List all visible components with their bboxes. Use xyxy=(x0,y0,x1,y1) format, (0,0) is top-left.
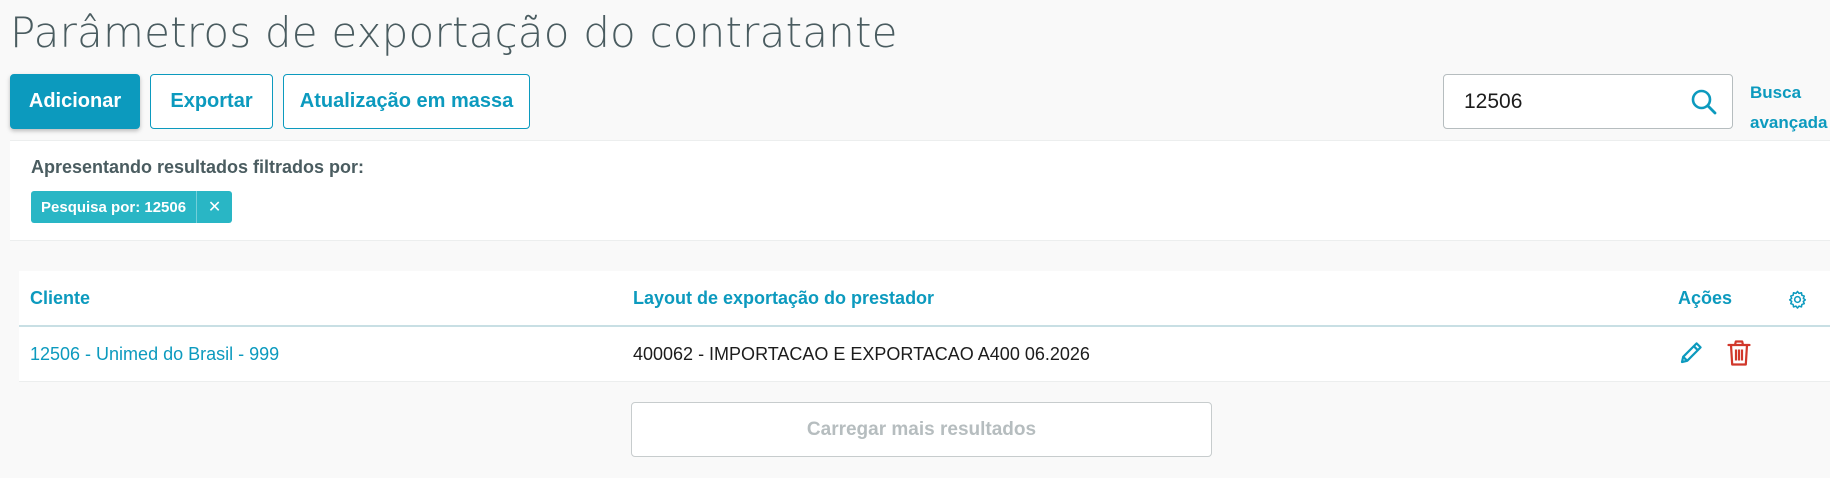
client-link[interactable]: 12506 - Unimed do Brasil - 999 xyxy=(30,344,279,365)
filter-panel: Apresentando resultados filtrados por: P… xyxy=(10,140,1830,241)
results-table: Cliente Layout de exportação do prestado… xyxy=(19,271,1830,382)
search-input[interactable] xyxy=(1444,75,1674,128)
add-button[interactable]: Adicionar xyxy=(10,74,140,129)
advanced-search-line2: avançada xyxy=(1750,113,1828,132)
search-box xyxy=(1443,74,1733,129)
mass-update-button[interactable]: Atualização em massa xyxy=(283,74,530,129)
column-header-layout[interactable]: Layout de exportação do prestador xyxy=(633,288,934,309)
close-icon[interactable]: ✕ xyxy=(196,191,232,223)
column-header-client[interactable]: Cliente xyxy=(30,288,90,309)
advanced-search-link[interactable]: Busca avançada xyxy=(1750,78,1828,138)
layout-cell: 400062 - IMPORTACAO E EXPORTACAO A400 06… xyxy=(633,344,1090,364)
filter-tag-label: Pesquisa por: 12506 xyxy=(41,198,187,216)
advanced-search-line1: Busca xyxy=(1750,83,1802,102)
page-title: Parâmetros de exportação do contratante xyxy=(10,8,898,57)
filter-label: Apresentando resultados filtrados por: xyxy=(31,157,365,177)
page: Parâmetros de exportação do contratante … xyxy=(0,0,1830,478)
search-icon[interactable] xyxy=(1690,88,1718,116)
gear-icon[interactable] xyxy=(1788,290,1807,309)
delete-icon[interactable] xyxy=(1726,339,1752,367)
edit-icon[interactable] xyxy=(1678,340,1704,366)
column-header-actions: Ações xyxy=(1678,288,1733,308)
filter-tag: Pesquisa por: 12506 ✕ xyxy=(31,191,233,223)
export-button[interactable]: Exportar xyxy=(150,74,273,129)
load-more-button[interactable]: Carregar mais resultados xyxy=(631,402,1212,457)
table-row: 12506 - Unimed do Brasil - 999 400062 - … xyxy=(19,327,1830,382)
table-header: Cliente Layout de exportação do prestado… xyxy=(19,271,1830,327)
